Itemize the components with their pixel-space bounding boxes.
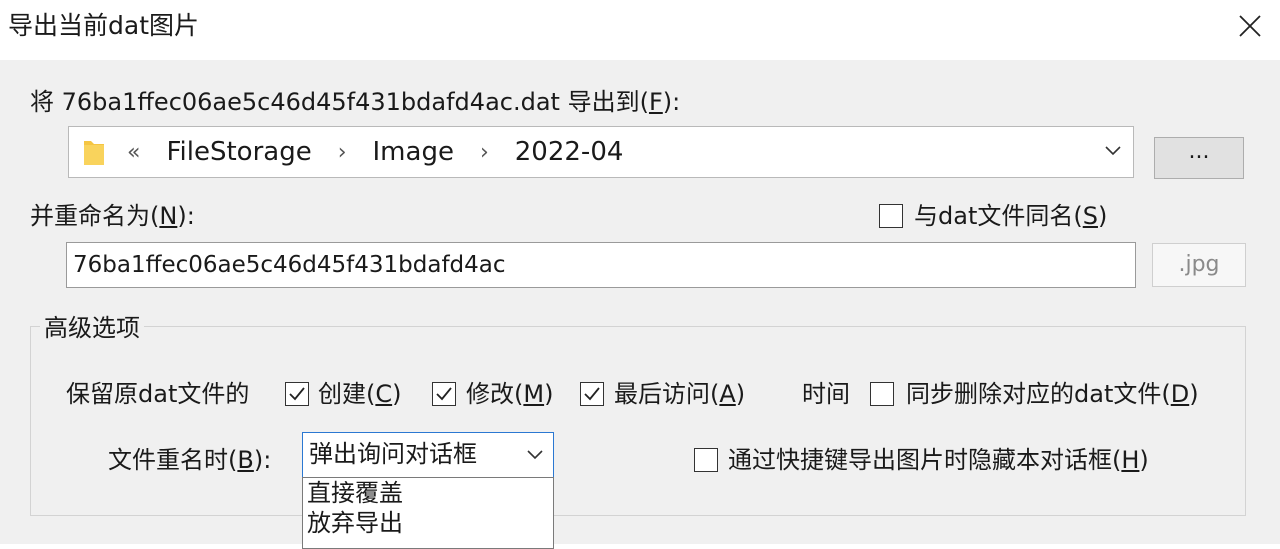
rename-hotkey: N	[159, 202, 178, 230]
browse-button[interactable]: ...	[1154, 137, 1244, 179]
checkmark-icon	[584, 387, 600, 401]
export-filename: 76ba1ffec06ae5c46d45f431bdafd4ac.dat	[61, 88, 560, 116]
on-rename-select[interactable]: 弹出询问对话框	[302, 432, 554, 478]
checkmark-icon	[289, 387, 305, 401]
chevron-down-icon	[527, 450, 543, 460]
path-overflow-icon[interactable]: «	[127, 140, 140, 165]
sync-delete-close: )	[1189, 380, 1199, 408]
sync-delete-label[interactable]: 同步删除对应的dat文件(D)	[906, 378, 1199, 410]
on-rename-end: ):	[253, 446, 272, 474]
sync-delete-text: 同步删除对应的dat文件(	[906, 380, 1171, 408]
modified-text: 修改(	[466, 380, 524, 408]
breadcrumb-filestorage[interactable]: FileStorage	[166, 137, 311, 167]
title-bar: 导出当前dat图片	[0, 0, 1280, 56]
hide-dialog-label[interactable]: 通过快捷键导出图片时隐藏本对话框(H)	[728, 444, 1149, 476]
breadcrumb-separator-icon[interactable]: ›	[338, 140, 347, 165]
created-hotkey: C	[375, 380, 393, 408]
same-name-label[interactable]: 与dat文件同名(S)	[914, 200, 1107, 232]
accessed-hotkey: A	[719, 380, 736, 408]
hide-dialog-close: )	[1139, 446, 1149, 474]
advanced-options-title: 高级选项	[40, 312, 144, 344]
chevron-down-icon[interactable]	[1103, 141, 1123, 161]
same-name-hotkey: S	[1082, 202, 1098, 230]
dialog-body: 将 76ba1ffec06ae5c46d45f431bdafd4ac.dat 导…	[0, 60, 1280, 549]
on-rename-selected: 弹出询问对话框	[309, 440, 477, 468]
created-label[interactable]: 创建(C)	[318, 378, 402, 410]
rename-label-text: 并重命名为(	[30, 202, 160, 230]
window-title: 导出当前dat图片	[8, 11, 199, 40]
accessed-text: 最后访问(	[614, 380, 720, 408]
sync-delete-hotkey: D	[1170, 380, 1190, 408]
same-name-end: )	[1097, 202, 1108, 230]
export-path-combo[interactable]: « FileStorage › Image › 2022-04	[68, 126, 1134, 178]
accessed-checkbox[interactable]	[580, 382, 604, 406]
export-suffix: 导出到(	[567, 88, 649, 116]
rename-label: 并重命名为(N):	[30, 200, 195, 232]
on-rename-label: 文件重名时(B):	[108, 444, 271, 476]
hide-dialog-hotkey: H	[1121, 446, 1140, 474]
breadcrumb-separator-icon[interactable]: ›	[480, 140, 489, 165]
breadcrumb-2022-04[interactable]: 2022-04	[515, 137, 624, 167]
modified-label[interactable]: 修改(M)	[466, 378, 553, 410]
same-name-text: 与dat文件同名(	[914, 202, 1083, 230]
created-text: 创建(	[318, 380, 376, 408]
checkmark-icon	[436, 387, 452, 401]
on-rename-dropdown-list: 直接覆盖 放弃导出	[302, 477, 554, 549]
time-label: 时间	[802, 380, 850, 408]
export-suffix-end: ):	[662, 88, 681, 116]
option-cancel-export[interactable]: 放弃导出	[303, 508, 553, 538]
accessed-close: )	[735, 380, 746, 408]
on-rename-hotkey: B	[237, 446, 254, 474]
on-rename-text: 文件重名时(	[108, 446, 238, 474]
same-name-checkbox[interactable]	[879, 204, 903, 228]
breadcrumb-image[interactable]: Image	[373, 137, 454, 167]
export-to-label: 将 76ba1ffec06ae5c46d45f431bdafd4ac.dat 导…	[30, 86, 680, 118]
hide-dialog-checkbox[interactable]	[694, 448, 718, 472]
hide-dialog-text: 通过快捷键导出图片时隐藏本对话框(	[728, 446, 1122, 474]
rename-label-end: ):	[177, 202, 195, 230]
created-close: )	[392, 380, 402, 408]
option-overwrite[interactable]: 直接覆盖	[303, 478, 553, 508]
modified-checkbox[interactable]	[432, 382, 456, 406]
accessed-label[interactable]: 最后访问(A)	[614, 378, 745, 410]
export-hotkey: F	[648, 88, 663, 116]
advanced-options-group	[30, 326, 1246, 516]
sync-delete-checkbox[interactable]	[870, 382, 894, 406]
close-button[interactable]	[1228, 6, 1272, 46]
folder-icon	[84, 141, 104, 165]
rename-input[interactable]: 76ba1ffec06ae5c46d45f431bdafd4ac	[66, 242, 1136, 288]
keep-times-label: 保留原dat文件的	[66, 380, 250, 408]
modified-close: )	[544, 380, 554, 408]
close-icon	[1239, 15, 1261, 37]
modified-hotkey: M	[523, 380, 545, 408]
extension-button[interactable]: .jpg	[1152, 243, 1246, 287]
created-checkbox[interactable]	[285, 382, 309, 406]
export-prefix: 将	[30, 88, 54, 116]
